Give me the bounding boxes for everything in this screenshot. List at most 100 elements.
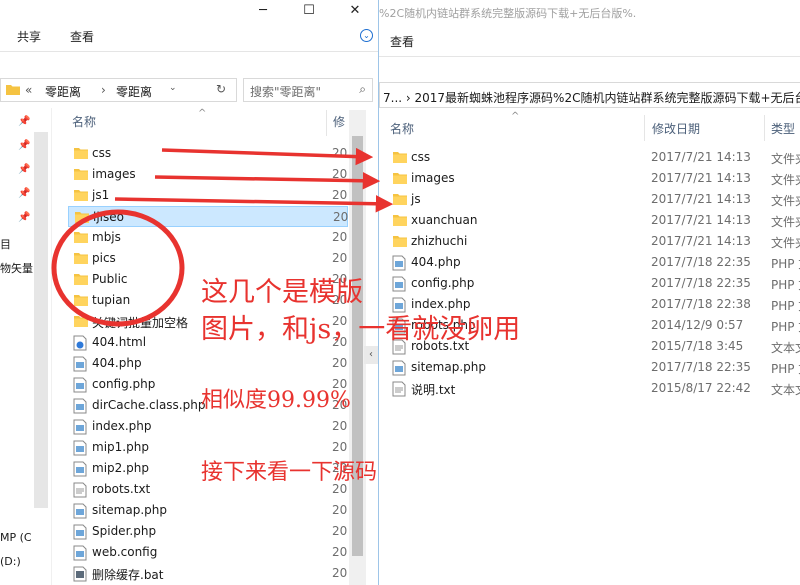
pin-icon[interactable]: 📌 — [18, 212, 30, 224]
file-row[interactable]: sitemap.php 20 — [68, 500, 348, 521]
pin-icon[interactable]: 📌 — [18, 164, 30, 176]
file-name: 404.php — [92, 356, 142, 370]
annotation-text: 接下来看一下源码 — [201, 460, 378, 485]
file-name: Public — [92, 272, 128, 286]
right-explorer-window: %2C随机内链站群系统完整版源码下载+无后台版%. ⌄ 查看 7... › 20… — [379, 0, 800, 585]
address-path[interactable]: 7... › 2017最新蜘蛛池程序源码%2C随机内链站群系统完整版源码下载+无… — [383, 89, 800, 106]
address-box[interactable]: « 零距离 › 零距离 ⌄ ↻ — [0, 78, 237, 102]
search-input[interactable]: 搜索"零距离" ⌕ — [243, 78, 373, 102]
file-date: 2017/7/21 14:13 — [651, 171, 751, 185]
tab-view[interactable]: 查看 — [390, 33, 414, 50]
breadcrumb-segment[interactable]: 零距离 — [45, 83, 81, 100]
file-row[interactable]: images 2017/7/21 14:13 文件夹 — [387, 168, 800, 189]
file-type: 文件夹 — [771, 173, 800, 187]
search-placeholder: 搜索"零距离" — [250, 85, 322, 99]
folder-icon — [73, 293, 89, 308]
nav-item-fragment[interactable]: 物矢量 — [0, 260, 33, 276]
file-row[interactable]: config.php 2017/7/18 22:35 PHP 文 — [387, 273, 800, 294]
file-row[interactable]: css 2017/7/21 14:13 文件夹 — [387, 147, 800, 168]
left-title-bar: ─ ☐ ✕ — [0, 0, 378, 20]
pin-icon[interactable]: 📌 — [18, 188, 30, 200]
tab-view[interactable]: 查看 — [70, 28, 94, 45]
folder-icon — [392, 234, 408, 249]
file-row[interactable]: 说明.txt 2015/8/17 22:42 文本文 — [387, 378, 800, 399]
folder-icon — [392, 192, 408, 207]
minimize-button[interactable]: ─ — [240, 0, 286, 20]
column-header-type[interactable]: 类型 — [771, 120, 795, 142]
collapse-arrow-icon[interactable]: ‹ — [364, 346, 378, 364]
column-divider[interactable] — [326, 110, 327, 136]
file-name: css — [92, 146, 112, 160]
refresh-icon[interactable]: ↻ — [216, 82, 226, 96]
pin-icon[interactable]: 📌 — [18, 140, 30, 152]
address-dropdown-icon[interactable]: ⌄ — [169, 83, 177, 93]
left-ribbon: 共享 查看 ⌄ — [0, 20, 378, 52]
file-row[interactable]: Spider.php 20 — [68, 521, 348, 542]
column-header-date[interactable]: 修 — [333, 113, 345, 135]
file-row[interactable]: 删除缓存.bat 20 — [68, 563, 348, 584]
file-name: xuanchuan — [411, 213, 478, 227]
folder-icon — [73, 188, 89, 203]
right-address-bar[interactable]: 7... › 2017最新蜘蛛池程序源码%2C随机内链站群系统完整版源码下载+无… — [379, 82, 800, 108]
file-row[interactable]: css 20 — [68, 143, 348, 164]
ribbon-expand-chevron-icon[interactable]: ⌄ — [360, 29, 373, 42]
folder-icon — [392, 150, 408, 165]
file-php-icon — [73, 377, 89, 393]
file-name: pics — [92, 251, 116, 265]
column-header-name[interactable]: 名称 — [390, 120, 414, 142]
nav-item-fragment[interactable]: MP (C — [0, 531, 32, 544]
maximize-button[interactable]: ☐ — [286, 0, 332, 20]
file-date: 20 — [332, 167, 348, 181]
window-divider — [378, 0, 379, 585]
file-type: 文本文 — [771, 341, 800, 355]
column-header-date[interactable]: 修改日期 — [652, 120, 700, 142]
column-divider[interactable] — [764, 115, 765, 141]
column-header-name[interactable]: 名称 — [72, 113, 96, 135]
file-row[interactable]: xuanchuan 2017/7/21 14:13 文件夹 — [387, 210, 800, 231]
nav-item-fragment[interactable]: (D:) — [0, 555, 21, 568]
file-row[interactable]: images 20 — [68, 164, 348, 185]
file-row[interactable]: ljlseo 20 — [68, 206, 348, 227]
file-config-icon — [73, 545, 89, 561]
column-divider[interactable] — [644, 115, 645, 141]
nav-scrollbar[interactable] — [34, 132, 48, 508]
file-date: 2015/8/17 22:42 — [651, 381, 751, 395]
right-window-title: %2C随机内链站群系统完整版源码下载+无后台版%. — [379, 7, 637, 20]
file-row[interactable]: mbjs 20 — [68, 227, 348, 248]
file-php-icon — [73, 524, 89, 540]
pin-icon[interactable]: 📌 — [18, 116, 30, 128]
tab-share[interactable]: 共享 — [17, 28, 41, 45]
file-row[interactable]: sitemap.php 2017/7/18 22:35 PHP 文 — [387, 357, 800, 378]
file-php-icon — [392, 276, 408, 292]
folder-icon — [6, 83, 20, 95]
file-type: PHP 文 — [771, 362, 800, 376]
file-php-icon — [392, 360, 408, 376]
nav-item-fragment[interactable]: 目 — [0, 236, 11, 252]
scrollbar-thumb[interactable] — [352, 136, 363, 556]
file-php-icon — [73, 398, 89, 414]
file-row[interactable]: pics 20 — [68, 248, 348, 269]
file-row[interactable]: js 2017/7/21 14:13 文件夹 — [387, 189, 800, 210]
file-name: sitemap.php — [92, 503, 167, 517]
file-name: index.php — [92, 419, 152, 433]
folder-icon — [74, 210, 90, 225]
file-row[interactable]: js1 20 — [68, 185, 348, 206]
file-name: 404.php — [411, 255, 461, 269]
file-row[interactable]: web.config 20 — [68, 542, 348, 563]
annotation-text: 这几个是模版 — [201, 277, 363, 308]
folder-icon — [392, 171, 408, 186]
address-overflow-chevron[interactable]: « — [25, 83, 32, 97]
file-type: PHP 文 — [771, 278, 800, 292]
file-name: config.php — [411, 276, 475, 290]
file-row[interactable]: 404.php 2017/7/18 22:35 PHP 文 — [387, 252, 800, 273]
search-icon: ⌕ — [359, 82, 366, 96]
file-date: 20 — [332, 146, 348, 160]
left-address-bar: « 零距离 › 零距离 ⌄ ↻ 搜索"零距离" ⌕ — [0, 76, 378, 104]
close-button[interactable]: ✕ — [332, 0, 378, 20]
file-name: web.config — [92, 545, 158, 559]
file-row[interactable]: index.php 20 — [68, 416, 348, 437]
file-row[interactable]: zhizhuchi 2017/7/21 14:13 文件夹 — [387, 231, 800, 252]
file-date: 20 — [332, 524, 348, 538]
breadcrumb-segment[interactable]: 零距离 — [116, 83, 152, 100]
file-row[interactable]: 404.php 20 — [68, 353, 348, 374]
